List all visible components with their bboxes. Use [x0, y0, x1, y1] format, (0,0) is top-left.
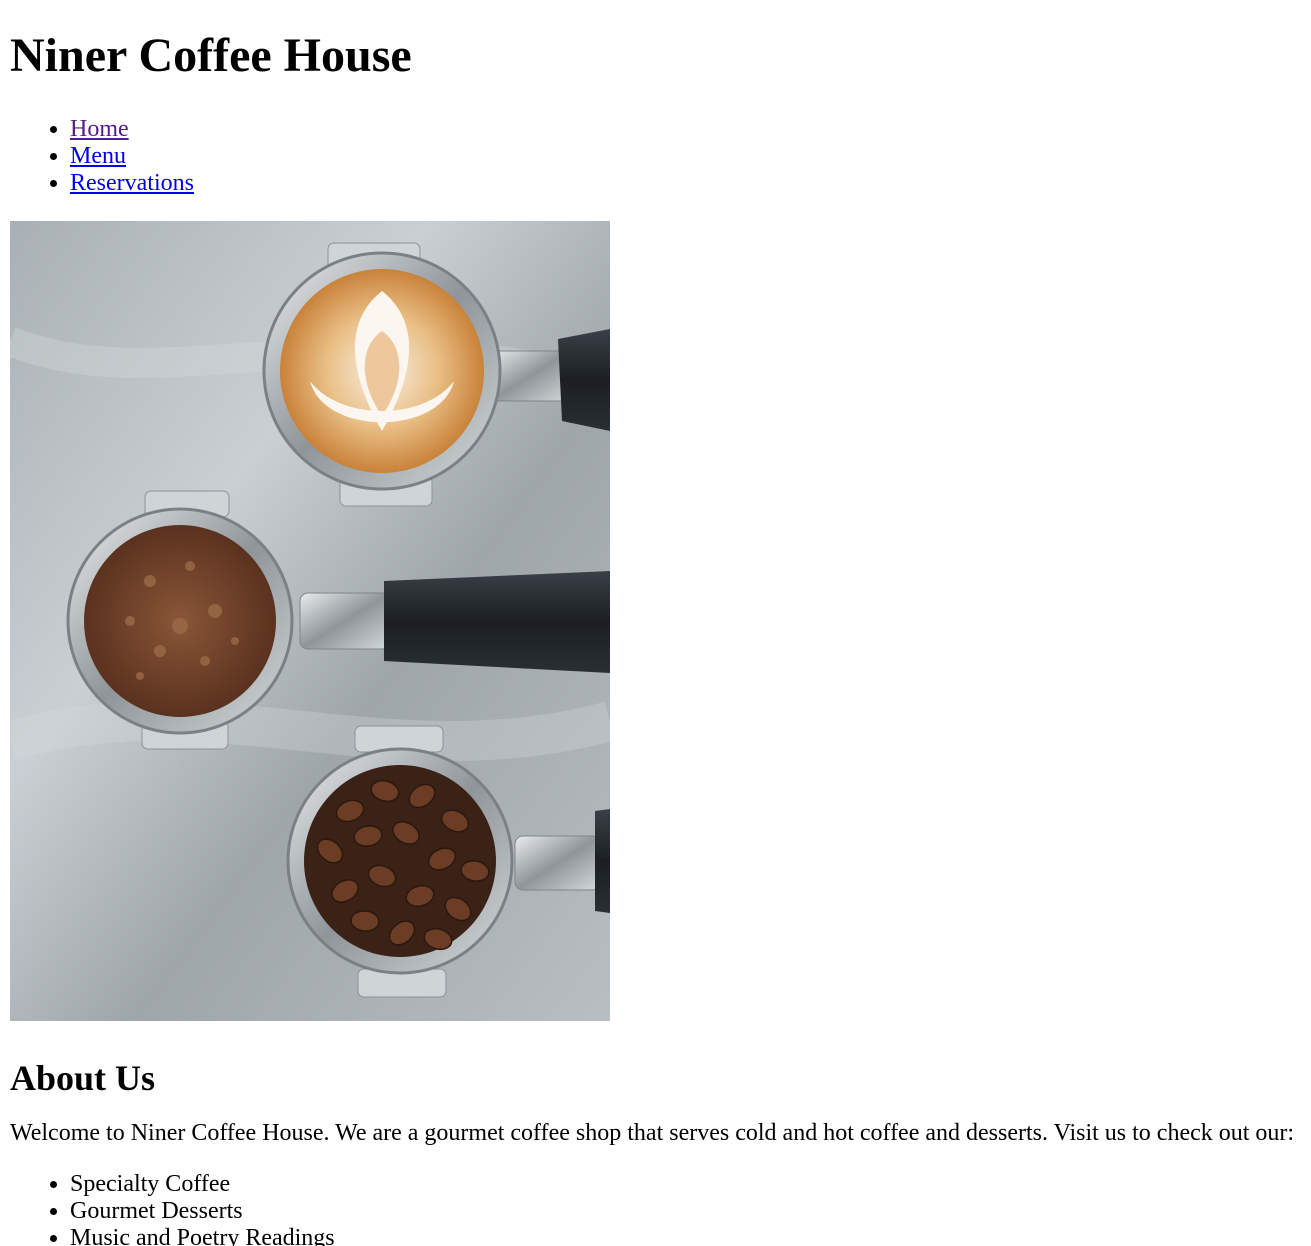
nav-link-menu[interactable]: Menu — [70, 143, 126, 169]
about-heading: About Us — [10, 1058, 156, 1098]
feature-item: Music and Poetry Readings — [70, 1225, 1301, 1246]
site-title: Niner Coffee House — [10, 29, 412, 82]
nav-item-home: Home — [70, 116, 1301, 143]
feature-item: Gourmet Desserts — [70, 1198, 1301, 1225]
main-nav: Home Menu Reservations — [10, 116, 1301, 197]
nav-item-menu: Menu — [70, 143, 1301, 170]
nav-link-home[interactable]: Home — [70, 116, 129, 142]
features-list: Specialty Coffee Gourmet Desserts Music … — [10, 1171, 1301, 1246]
hero-image — [10, 221, 610, 1021]
nav-item-reservations: Reservations — [70, 170, 1301, 197]
page: Niner Coffee House Home Menu Reservation… — [0, 28, 1311, 1246]
feature-item: Specialty Coffee — [70, 1171, 1301, 1198]
about-text: Welcome to Niner Coffee House. We are a … — [10, 1120, 1295, 1146]
nav-link-reservations[interactable]: Reservations — [70, 170, 194, 196]
